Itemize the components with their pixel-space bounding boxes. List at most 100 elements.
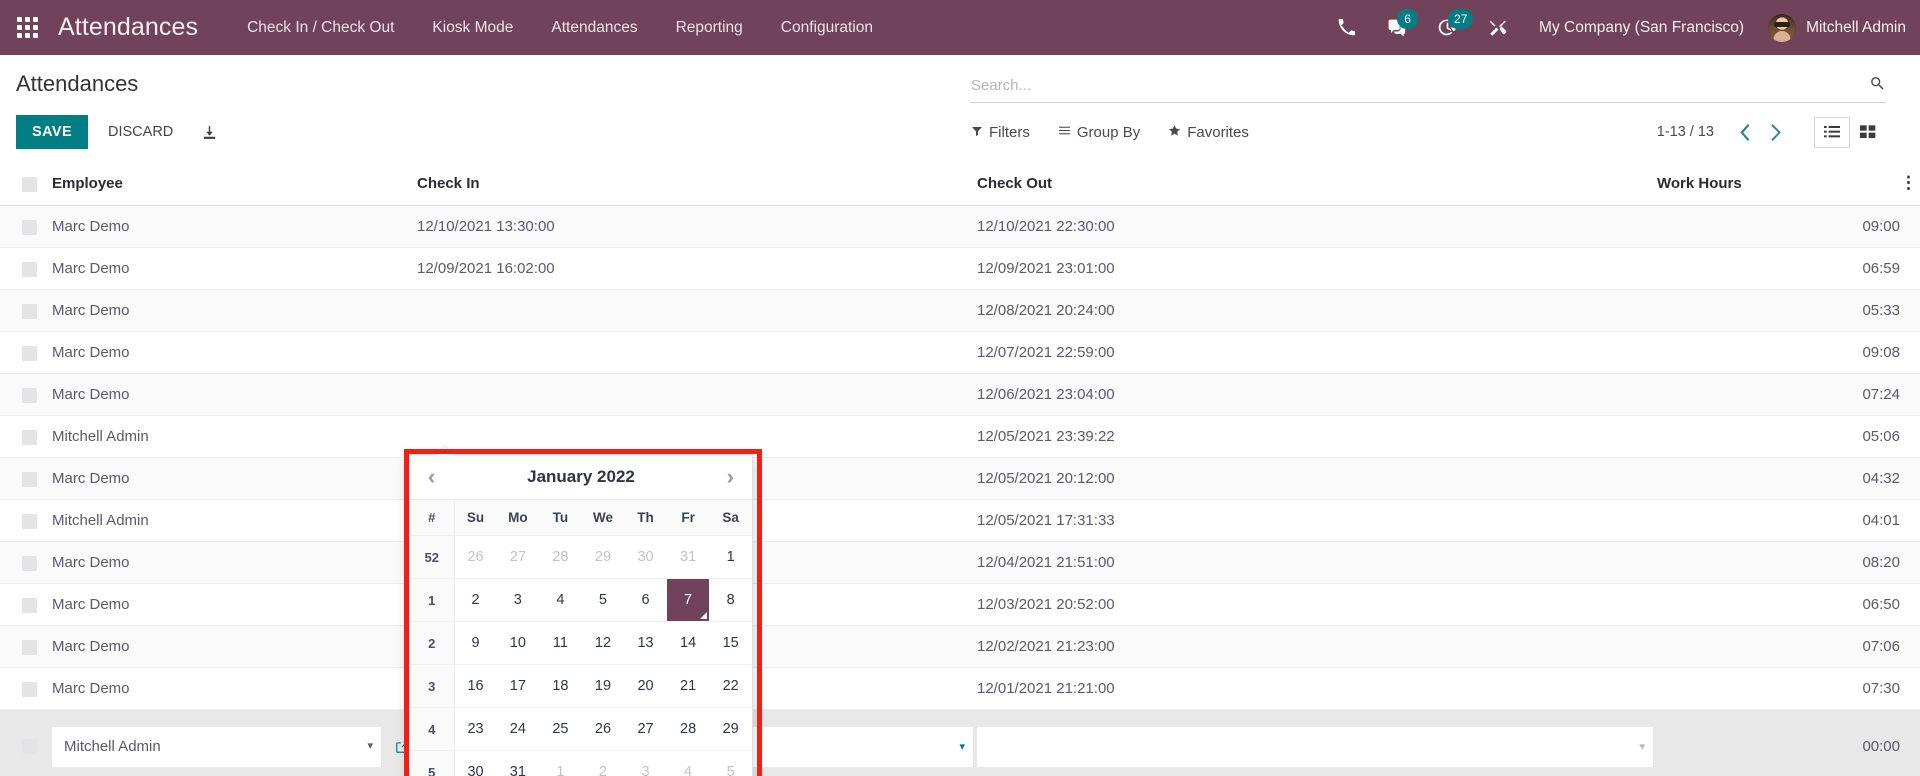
datetime-picker[interactable]: ‹ January 2022 › # Su Mo Tu We Th Fr Sa … bbox=[409, 446, 753, 776]
datepicker-day[interactable]: 1 bbox=[709, 535, 752, 579]
datepicker-day[interactable]: 11 bbox=[539, 621, 582, 665]
phone-icon[interactable] bbox=[1322, 0, 1371, 55]
menu-item-kiosk-mode[interactable]: Kiosk Mode bbox=[413, 0, 532, 55]
table-row[interactable]: Marc Demo 12/03/2021 20:52:00 06:50 bbox=[0, 583, 1920, 626]
discard-button[interactable]: DISCARD bbox=[94, 115, 187, 149]
menu-item-check-in-out[interactable]: Check In / Check Out bbox=[228, 0, 413, 55]
datepicker-day[interactable]: 10 bbox=[496, 621, 540, 665]
datepicker-day[interactable]: 31 bbox=[496, 750, 540, 776]
debug-tools-icon[interactable] bbox=[1473, 0, 1523, 55]
datepicker-day[interactable]: 17 bbox=[496, 664, 540, 708]
datepicker-day[interactable]: 22 bbox=[709, 664, 752, 708]
download-icon[interactable] bbox=[201, 124, 218, 141]
datepicker-day[interactable]: 26 bbox=[581, 707, 625, 751]
datepicker-day[interactable]: 30 bbox=[624, 535, 667, 579]
table-row[interactable]: Mitchell Admin 12/05/2021 23:39:22 05:06 bbox=[0, 415, 1920, 458]
row-checkbox[interactable] bbox=[0, 331, 52, 374]
column-header-check-out[interactable]: Check Out bbox=[977, 163, 1657, 206]
datepicker-day[interactable]: 14 bbox=[666, 621, 710, 665]
column-header-check-in[interactable]: Check In bbox=[417, 163, 977, 206]
datepicker-day[interactable]: 23 bbox=[454, 707, 497, 751]
save-button[interactable]: SAVE bbox=[16, 115, 89, 149]
datepicker-day[interactable]: 6 bbox=[624, 578, 667, 622]
pager-previous-button[interactable] bbox=[1730, 123, 1761, 141]
row-checkbox[interactable] bbox=[0, 625, 52, 668]
cell-check-out-editing[interactable]: ▾ bbox=[977, 709, 1657, 776]
row-checkbox[interactable] bbox=[0, 499, 52, 542]
cell-employee-editing[interactable]: Mitchell Admin ▾ bbox=[52, 709, 417, 776]
column-header-employee[interactable]: Employee bbox=[52, 163, 417, 206]
datepicker-day[interactable]: 19 bbox=[581, 664, 625, 708]
datepicker-next-month-button[interactable]: › bbox=[727, 466, 734, 488]
datepicker-day[interactable]: 4 bbox=[666, 750, 710, 776]
datepicker-day[interactable]: 20 bbox=[624, 664, 667, 708]
row-checkbox[interactable] bbox=[0, 667, 52, 710]
table-row[interactable]: Marc Demo 12/04/2021 21:51:00 08:20 bbox=[0, 541, 1920, 584]
datepicker-day[interactable]: 2 bbox=[454, 578, 497, 622]
company-selector[interactable]: My Company (San Francisco) bbox=[1523, 19, 1760, 37]
table-row[interactable]: Marc Demo 12/06/2021 23:04:00 07:24 bbox=[0, 373, 1920, 416]
kanban-view-icon[interactable] bbox=[1850, 117, 1886, 148]
messages-icon[interactable]: 6 bbox=[1371, 0, 1422, 55]
datepicker-day[interactable]: 30 bbox=[454, 750, 497, 776]
table-row[interactable]: Marc Demo 12/08/2021 20:24:00 05:33 bbox=[0, 289, 1920, 332]
select-all-checkbox[interactable] bbox=[0, 163, 52, 206]
datepicker-day[interactable]: 29 bbox=[581, 535, 625, 579]
datepicker-day[interactable]: 12 bbox=[581, 621, 625, 665]
row-checkbox[interactable] bbox=[0, 205, 52, 248]
table-row[interactable]: Marc Demo 12/01/2021 21:21:00 07:30 bbox=[0, 667, 1920, 710]
datepicker-day[interactable]: 31 bbox=[666, 535, 710, 579]
datepicker-day[interactable]: 27 bbox=[624, 707, 667, 751]
row-checkbox[interactable] bbox=[0, 373, 52, 416]
datepicker-day[interactable]: 13 bbox=[624, 621, 667, 665]
datepicker-day[interactable]: 5 bbox=[581, 578, 625, 622]
datepicker-day[interactable]: 25 bbox=[539, 707, 582, 751]
menu-item-reporting[interactable]: Reporting bbox=[657, 0, 762, 55]
table-row-editing[interactable]: Mitchell Admin▾01/07/2022 11:51:55▾▾00:0… bbox=[0, 709, 1920, 776]
datepicker-day[interactable]: 4 bbox=[539, 578, 582, 622]
table-row[interactable]: Marc Demo 12/09/2021 16:02:00 12/09/2021 2… bbox=[0, 247, 1920, 290]
datepicker-day[interactable]: 28 bbox=[666, 707, 710, 751]
datepicker-day[interactable]: 2 bbox=[581, 750, 625, 776]
row-checkbox[interactable] bbox=[0, 541, 52, 584]
list-view-icon[interactable] bbox=[1814, 116, 1850, 148]
menu-item-attendances[interactable]: Attendances bbox=[532, 0, 656, 55]
datepicker-day-selected[interactable]: 7 bbox=[666, 578, 710, 622]
apps-grid-icon[interactable] bbox=[0, 17, 54, 38]
datepicker-day[interactable]: 21 bbox=[666, 664, 710, 708]
table-row[interactable]: Marc Demo 12/10/2021 13:30:00 12/10/2021 2… bbox=[0, 205, 1920, 248]
row-checkbox[interactable] bbox=[0, 247, 52, 290]
filters-menu[interactable]: Filters bbox=[971, 120, 1044, 145]
table-row[interactable]: Marc Demo 12/05/2021 20:12:00 04:32 bbox=[0, 457, 1920, 500]
chevron-down-icon[interactable]: ▾ bbox=[1639, 740, 1645, 753]
datepicker-day[interactable]: 8 bbox=[709, 578, 752, 622]
row-checkbox[interactable] bbox=[0, 709, 52, 776]
activities-clock-icon[interactable]: 27 bbox=[1422, 0, 1474, 55]
datepicker-prev-month-button[interactable]: ‹ bbox=[428, 466, 435, 488]
search-input[interactable] bbox=[971, 77, 1869, 94]
pager-next-button[interactable] bbox=[1761, 123, 1792, 141]
favorites-menu[interactable]: Favorites bbox=[1168, 120, 1263, 145]
row-checkbox[interactable] bbox=[0, 289, 52, 332]
row-checkbox[interactable] bbox=[0, 457, 52, 500]
column-header-work-hours[interactable]: Work Hours bbox=[1657, 163, 1900, 206]
table-row[interactable]: Marc Demo 12/02/2021 21:23:00 07:06 bbox=[0, 625, 1920, 668]
datepicker-day[interactable]: 3 bbox=[624, 750, 667, 776]
datepicker-day[interactable]: 27 bbox=[496, 535, 540, 579]
datepicker-day[interactable]: 24 bbox=[496, 707, 540, 751]
datepicker-day[interactable]: 1 bbox=[539, 750, 582, 776]
datepicker-day[interactable]: 28 bbox=[539, 535, 582, 579]
user-menu[interactable]: Mitchell Admin bbox=[1760, 13, 1906, 42]
datepicker-day[interactable]: 5 bbox=[709, 750, 752, 776]
row-checkbox[interactable] bbox=[0, 415, 52, 458]
table-row[interactable]: Marc Demo 12/07/2021 22:59:00 09:08 bbox=[0, 331, 1920, 374]
datepicker-day[interactable]: 15 bbox=[709, 621, 752, 665]
datepicker-day[interactable]: 18 bbox=[539, 664, 582, 708]
menu-item-configuration[interactable]: Configuration bbox=[762, 0, 892, 55]
datepicker-day[interactable]: 16 bbox=[454, 664, 497, 708]
table-row[interactable]: Mitchell Admin 12/05/2021 17:31:33 04:01 bbox=[0, 499, 1920, 542]
chevron-down-icon[interactable]: ▾ bbox=[959, 740, 965, 753]
datepicker-day[interactable]: 29 bbox=[709, 707, 752, 751]
group-by-menu[interactable]: Group By bbox=[1058, 120, 1154, 145]
datepicker-day[interactable]: 9 bbox=[454, 621, 497, 665]
